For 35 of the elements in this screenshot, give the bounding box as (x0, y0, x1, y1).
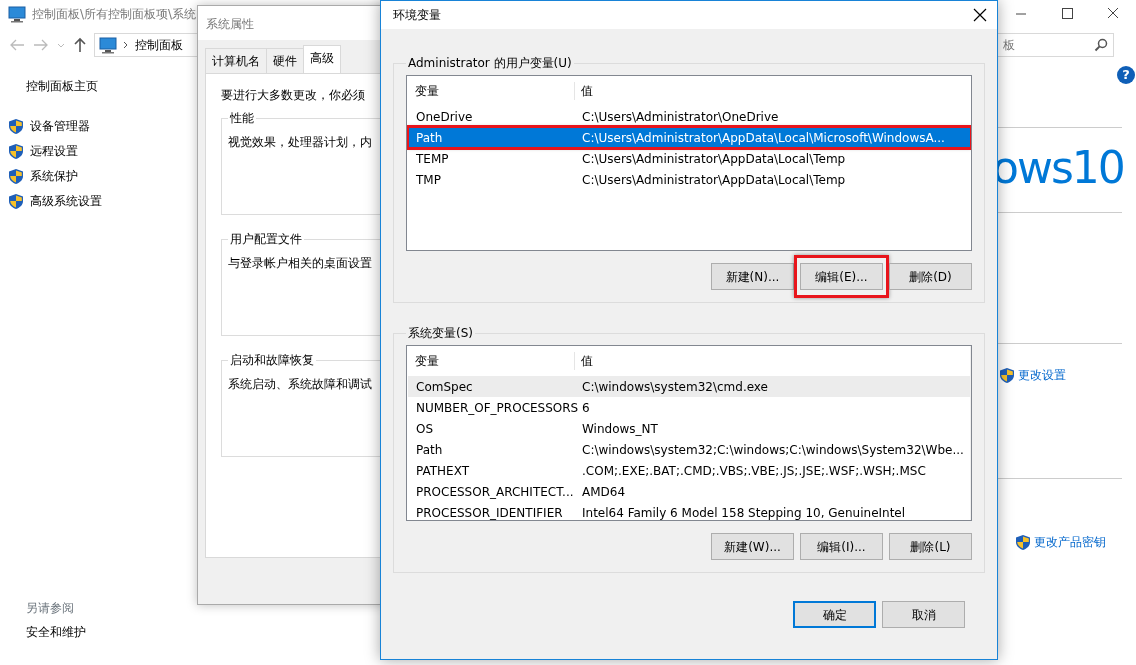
group-label: Administrator 的用户变量(U) (407, 57, 573, 69)
group-label: 性能 (229, 112, 255, 124)
variable-value: AMD64 (581, 483, 627, 501)
variable-name: PROCESSOR_IDENTIFIER (415, 504, 564, 520)
window-title: 控制面板\所有控制面板项\系统 (32, 6, 197, 23)
variable-name: PATHEXT (415, 462, 471, 480)
variable-name: NUMBER_OF_PROCESSORS (415, 399, 576, 417)
variable-name: ComSpec (415, 378, 474, 396)
section-heading: 另请参阅 (26, 600, 75, 617)
variable-value: C:\Users\Administrator\AppData\Local\Temp (581, 171, 847, 189)
variable-name: TMP (415, 171, 442, 189)
variable-value: Windows_NT (581, 420, 659, 438)
variable-name: Path (415, 441, 444, 459)
variable-name: Path (415, 129, 444, 147)
variable-value: C:\Users\Administrator\AppData\Local\Temp (581, 150, 847, 168)
group-label: 用户配置文件 (229, 233, 303, 245)
variable-name: TEMP (415, 150, 450, 168)
window-title: 环境变量 (393, 7, 441, 24)
variable-name: OneDrive (415, 108, 474, 126)
variable-value: C:\Users\Administrator\AppData\Local\Microsoft\WindowsA... (581, 129, 946, 147)
edition-logo-text: ows10 (992, 146, 1122, 190)
instruction-text: 要进行大多数更改，你必须 (221, 87, 366, 104)
group-description: 系统启动、系统故障和调试 (228, 376, 373, 393)
group-label: 系统变量(S) (407, 327, 474, 339)
variable-name: OS (415, 420, 435, 438)
group-description: 视觉效果，处理器计划，内 (228, 134, 373, 151)
variable-value: C:\windows\system32\cmd.exe (581, 378, 769, 396)
group-description: 与登录帐户相关的桌面设置 (228, 255, 373, 272)
variable-value: 6 (581, 399, 591, 417)
variable-value: C:\Users\Administrator\OneDrive (581, 108, 780, 126)
variable-value: C:\windows\system32;C:\windows;C:\windows\System32\Wbe... (581, 441, 965, 459)
variable-value: Intel64 Family 6 Model 158 Stepping 10, GenuineIntel (581, 504, 907, 520)
group-label: 启动和故障恢复 (229, 354, 315, 366)
variable-name: PROCESSOR_ARCHITECT... (415, 483, 575, 501)
variable-value: .COM;.EXE;.BAT;.CMD;.VBS;.VBE;.JS;.JSE;.WSF;.WSH;.MSC (581, 462, 927, 480)
